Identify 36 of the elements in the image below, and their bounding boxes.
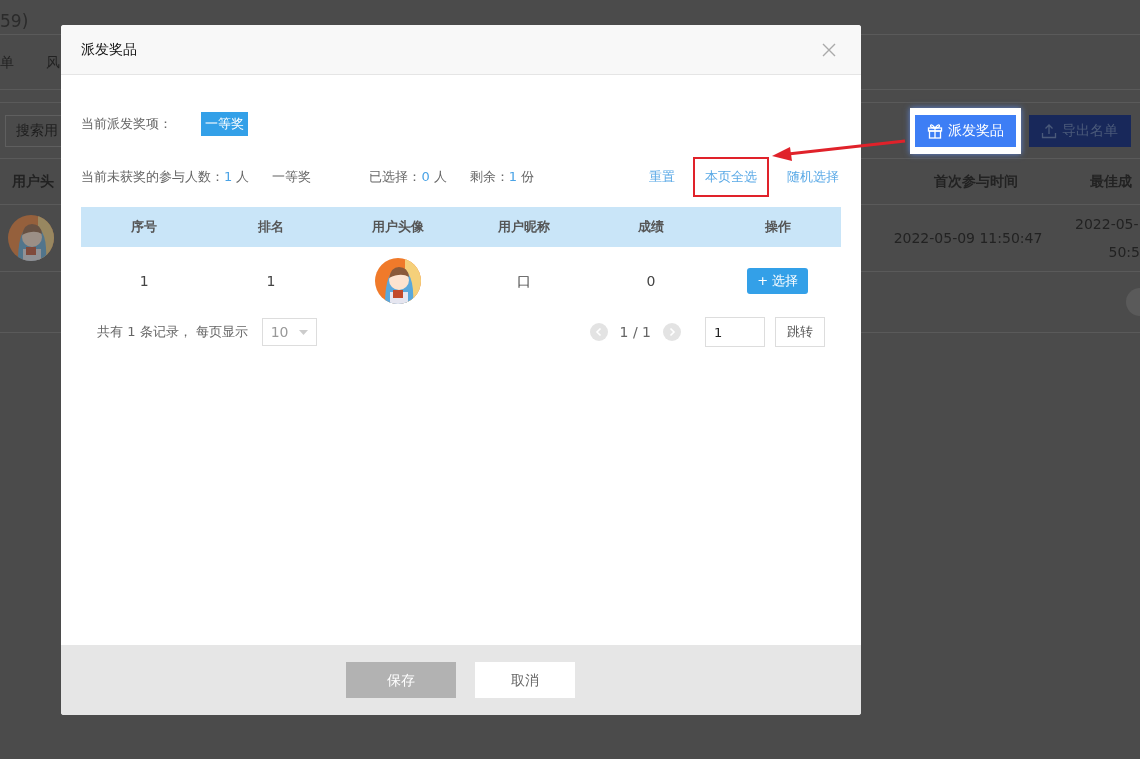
dialog-title: 派发奖品 (81, 40, 137, 59)
gift-icon (927, 122, 943, 139)
column-header: 用户头像 (370, 218, 425, 237)
column-header: 成绩 (637, 218, 665, 237)
stat-text: 当前未获奖的参与人数：1 人 (81, 168, 250, 187)
stat-text: 剩余：1 份 (469, 168, 535, 187)
table-cell-text: 1 (265, 271, 277, 291)
column-header: 用户昵称 (497, 218, 552, 237)
distribute-prize-button[interactable]: 派发奖品 (915, 114, 1016, 147)
avatar (8, 215, 54, 261)
stat-text: 一等奖 (272, 168, 312, 187)
next-page-icon[interactable] (663, 323, 681, 341)
action-link[interactable]: 重置 (637, 157, 687, 197)
page-jump-field[interactable]: 1 (705, 317, 765, 347)
column-header: 序号 (130, 218, 159, 237)
select-button[interactable]: + 选择 (747, 268, 809, 294)
jump-button[interactable]: 跳转 (775, 317, 825, 347)
record-summary: 共有 1 条记录， 每页显示 (97, 323, 248, 342)
cancel-button[interactable]: 取消 (475, 662, 575, 698)
previous-page-icon[interactable] (589, 323, 608, 341)
page-indicator: 1 / 1 (619, 322, 651, 342)
column-header: 操作 (763, 218, 792, 237)
close-icon[interactable] (822, 42, 836, 57)
caret-icon (298, 329, 308, 335)
prize-tag[interactable]: 一等奖 (201, 112, 248, 136)
avatar (374, 258, 421, 304)
page-size-select[interactable]: 10 (261, 318, 317, 346)
table-cell-text: 1 (138, 271, 150, 291)
table-cell-text: 0 (645, 271, 657, 291)
stat-text: 已选择：0 人 (369, 168, 447, 187)
action-link[interactable]: 本页全选 (693, 157, 769, 197)
column-header: 排名 (257, 218, 285, 237)
action-link[interactable]: 随机选择 (775, 157, 851, 197)
field-label: 当前派发奖项： (81, 115, 172, 134)
upload-icon (1041, 122, 1057, 139)
table-cell-text: 口 (516, 271, 533, 291)
